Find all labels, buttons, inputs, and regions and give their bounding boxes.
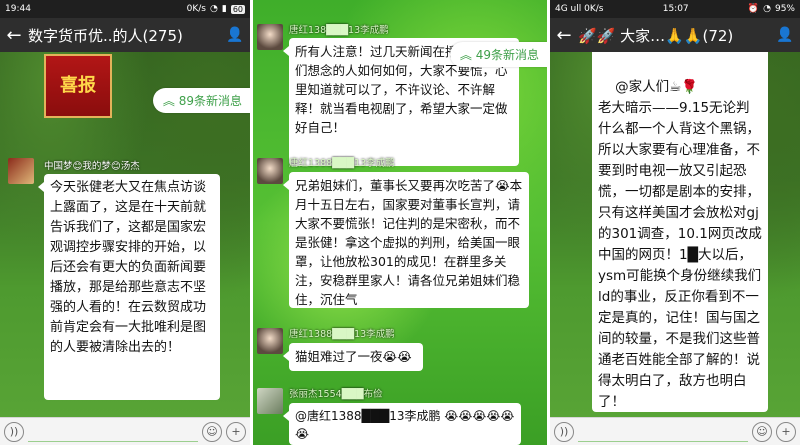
message-bubble[interactable]: 今天张健老大又在焦点访谈上露面了，这是在十天前就告诉我们了，这都是国家宏观调控步… xyxy=(38,174,220,400)
double-chevron-up-icon: ︽ xyxy=(459,48,476,62)
sender-name: 唐红1388███13李成鹏 xyxy=(289,329,395,340)
wifi-icon: ◔ xyxy=(763,4,771,14)
message-text: @唐红1388███13李成鹏 😭😭😭😭😭😭 xyxy=(295,409,515,441)
sender-name: 唐红138███13李成鹏 xyxy=(289,25,389,36)
message-text: 兄弟姐妹们，董事长又要再次吃苦了😭本月十五日左右，国家要对董事长宣判，请大家不要… xyxy=(295,178,523,307)
back-arrow-icon[interactable]: ← xyxy=(550,25,578,46)
network-speed: 0K/s xyxy=(186,4,206,14)
double-chevron-up-icon: ︽ xyxy=(162,94,179,108)
message-bubble[interactable]: @家人们☕🌹 老大暗示——9.15无论判什么都一个人背这个黑锅，所以大家要有心理… xyxy=(592,52,768,412)
battery-level: 95% xyxy=(774,4,795,14)
message-bubble[interactable]: 兄弟姐妹们，董事长又要再次吃苦了😭本月十五日左右，国家要对董事长宣判，请大家不要… xyxy=(283,172,529,308)
sender-name: 唐红1388███13李成鹏 xyxy=(289,158,395,169)
message-bubble[interactable]: @唐红1388███13李成鹏 😭😭😭😭😭😭 xyxy=(283,403,521,445)
status-time: 19:44 xyxy=(5,4,31,14)
group-members-icon[interactable]: 👤 xyxy=(770,27,800,43)
new-messages-pill[interactable]: ︽ 49条新消息 xyxy=(449,42,547,67)
poster-text: 喜报 xyxy=(60,75,96,96)
group-title: 数字货币优..的人(275) xyxy=(28,26,183,45)
sender-name: 张丽杰1554███布俭 xyxy=(289,389,383,400)
alarm-icon: ⏰ xyxy=(747,4,760,14)
status-bar: 19:44 0K/s ◔ ▮ 60 xyxy=(0,0,250,18)
avatar[interactable] xyxy=(257,388,283,414)
back-arrow-icon[interactable]: ← xyxy=(0,25,28,46)
left-chat-screenshot: 19:44 0K/s ◔ ▮ 60 ← 数字货币优..的人(275) 👤 喜报 … xyxy=(0,0,250,445)
chat-header: ← 🚀🚀 大家…🙏🙏(72) 👤 xyxy=(550,18,800,52)
message-input[interactable] xyxy=(28,422,198,442)
emoji-icon[interactable]: ☺ xyxy=(752,421,772,442)
message-input[interactable] xyxy=(578,422,748,442)
network-speed: 4G ull 0K/s xyxy=(555,4,604,14)
right-chat-screenshot: 4G ull 0K/s 15:07 ⏰ ◔ 95% ← 🚀🚀 大家…🙏🙏(72)… xyxy=(550,0,800,445)
group-members-icon[interactable]: 👤 xyxy=(220,27,250,43)
avatar[interactable] xyxy=(257,158,283,184)
poster-image[interactable]: 喜报 xyxy=(44,54,112,118)
new-messages-pill[interactable]: ︽ 89条新消息 xyxy=(152,88,250,113)
emoji-icon[interactable]: ☺ xyxy=(202,421,222,442)
battery-icon: 60 xyxy=(230,4,245,14)
plus-icon[interactable]: + xyxy=(226,421,246,442)
voice-icon[interactable]: )) xyxy=(4,421,24,442)
status-bar: 4G ull 0K/s 15:07 ⏰ ◔ 95% xyxy=(550,0,800,18)
plus-icon[interactable]: + xyxy=(776,421,796,442)
status-time: 15:07 xyxy=(662,4,689,14)
signal-icon: ▮ xyxy=(221,4,227,14)
group-title: 🚀🚀 大家…🙏🙏(72) xyxy=(578,26,734,45)
wifi-icon: ◔ xyxy=(210,4,218,14)
input-bar: )) ☺ + xyxy=(550,417,800,445)
new-messages-label: 49条新消息 xyxy=(475,48,539,62)
avatar[interactable] xyxy=(257,24,283,50)
message-text: 猫姐难过了一夜😭😭 xyxy=(295,349,412,364)
middle-chat-screenshot: 唐红138███13李成鹏 所有人注意！过几天新闻在播报，对咱们想念的人如何如何… xyxy=(253,0,547,445)
avatar[interactable] xyxy=(8,158,34,184)
message-text: 今天张健老大又在焦点访谈上露面了，这是在十天前就告诉我们了，这都是国家宏观调控步… xyxy=(50,180,207,355)
voice-icon[interactable]: )) xyxy=(554,421,574,442)
new-messages-label: 89条新消息 xyxy=(178,94,242,108)
avatar[interactable] xyxy=(257,328,283,354)
sender-name: 中国梦😊我的梦😊汤杰 xyxy=(44,161,140,172)
input-bar: )) ☺ + xyxy=(0,417,250,445)
message-text: @家人们☕🌹 老大暗示——9.15无论判什么都一个人背这个黑锅，所以大家要有心理… xyxy=(598,79,762,410)
chat-header: ← 数字货币优..的人(275) 👤 xyxy=(0,18,250,52)
message-bubble[interactable]: 猫姐难过了一夜😭😭 xyxy=(283,343,423,371)
